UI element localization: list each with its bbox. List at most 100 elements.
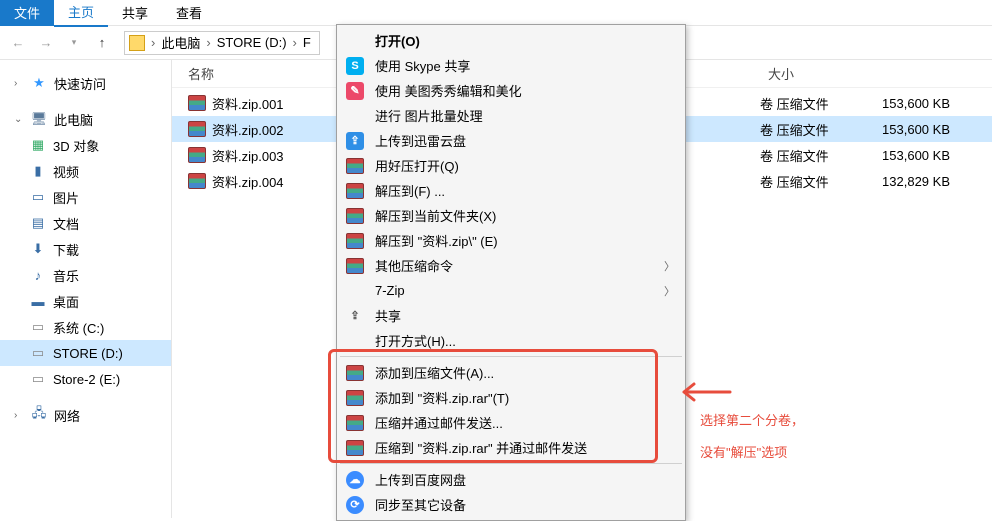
menu-7zip[interactable]: 7-Zip〉	[339, 278, 683, 303]
network-icon: 🖧	[31, 407, 47, 423]
folder-icon	[129, 35, 145, 51]
drive-icon: ▭	[30, 345, 46, 361]
menu-meitu-edit[interactable]: ✎使用 美图秀秀编辑和美化	[339, 78, 683, 103]
column-header-size[interactable]: 大小	[768, 64, 794, 83]
blank-icon	[345, 281, 365, 301]
sidebar-item-label: 网络	[54, 406, 80, 425]
menu-compress-named-mail[interactable]: 压缩到 "资料.zip.rar" 并通过邮件发送	[339, 435, 683, 460]
sidebar-item-label: 3D 对象	[53, 136, 99, 155]
menu-share[interactable]: ⇪共享	[339, 303, 683, 328]
annotation-line: 选择第二个分卷，	[700, 405, 804, 437]
archive-icon	[345, 363, 365, 383]
sidebar-this-pc[interactable]: ⌄ 🖥 此电脑	[0, 106, 171, 132]
archive-icon	[188, 173, 206, 189]
breadcrumb[interactable]: STORE (D:)	[213, 35, 291, 50]
skype-icon: S	[345, 56, 365, 76]
menu-sync-devices[interactable]: ⟳同步至其它设备	[339, 492, 683, 517]
chevron-right-icon: ›	[14, 78, 24, 89]
archive-icon	[188, 121, 206, 137]
ribbon-tab-share[interactable]: 共享	[108, 0, 162, 26]
archive-icon	[345, 181, 365, 201]
sidebar-quick-access[interactable]: › ★ 快速访问	[0, 70, 171, 96]
menu-baidu-upload[interactable]: ☁上传到百度网盘	[339, 467, 683, 492]
menu-add-archive[interactable]: 添加到压缩文件(A)...	[339, 360, 683, 385]
monitor-icon: 🖥	[31, 111, 47, 127]
sidebar-item-label: 快速访问	[54, 74, 106, 93]
sidebar-item-drive-d[interactable]: ▭ STORE (D:)	[0, 340, 171, 366]
meitu-icon: ✎	[345, 81, 365, 101]
blank-icon	[345, 106, 365, 126]
blank-icon	[345, 331, 365, 351]
xunlei-icon: ⇪	[345, 131, 365, 151]
context-menu: 打开(O) S使用 Skype 共享 ✎使用 美图秀秀编辑和美化 进行 图片批量…	[336, 24, 686, 521]
share-icon: ⇪	[345, 306, 365, 326]
sidebar-item-label: STORE (D:)	[53, 346, 123, 361]
sync-icon: ⟳	[345, 495, 365, 515]
desktop-icon: ▬	[30, 293, 46, 309]
archive-icon	[345, 388, 365, 408]
archive-icon	[345, 438, 365, 458]
nav-recent-button[interactable]: ▾	[62, 31, 86, 55]
star-icon: ★	[31, 75, 47, 91]
separator	[340, 463, 682, 464]
sidebar-item-label: Store-2 (E:)	[53, 372, 120, 387]
sidebar-item-drive-e[interactable]: ▭ Store-2 (E:)	[0, 366, 171, 392]
nav-up-button[interactable]: ↑	[90, 31, 114, 55]
ribbon-tab-file[interactable]: 文件	[0, 0, 54, 26]
ribbon-tab-view[interactable]: 查看	[162, 0, 216, 26]
document-icon: ▤	[30, 215, 46, 231]
sidebar-item-label: 音乐	[53, 266, 79, 285]
file-size: 153,600 KB	[860, 96, 950, 111]
archive-icon	[188, 95, 206, 111]
sidebar-item-label: 图片	[53, 188, 79, 207]
chevron-right-icon: ›	[204, 35, 212, 50]
video-icon: ▮	[30, 163, 46, 179]
ribbon-tabs: 文件 主页 共享 查看	[0, 0, 992, 26]
sidebar-network[interactable]: › 🖧 网络	[0, 402, 171, 428]
chevron-down-icon: ⌄	[14, 114, 24, 125]
menu-batch-process[interactable]: 进行 图片批量处理	[339, 103, 683, 128]
address-bar[interactable]: › 此电脑 › STORE (D:) › F	[124, 31, 320, 55]
sidebar-item-label: 视频	[53, 162, 79, 181]
file-type: 卷 压缩文件	[760, 94, 860, 113]
menu-compress-mail[interactable]: 压缩并通过邮件发送...	[339, 410, 683, 435]
menu-haoya-open[interactable]: 用好压打开(Q)	[339, 153, 683, 178]
archive-icon	[345, 256, 365, 276]
blank-icon	[345, 31, 365, 51]
sidebar-item-downloads[interactable]: ⬇下载	[0, 236, 171, 262]
menu-xunlei-upload[interactable]: ⇪上传到迅雷云盘	[339, 128, 683, 153]
menu-open-with[interactable]: 打开方式(H)...	[339, 328, 683, 353]
sidebar-item-videos[interactable]: ▮ 视频	[0, 158, 171, 184]
chevron-right-icon: ›	[14, 410, 24, 421]
separator	[340, 356, 682, 357]
sidebar-item-label: 桌面	[53, 292, 79, 311]
menu-open[interactable]: 打开(O)	[339, 28, 683, 53]
drive-icon: ▭	[30, 371, 46, 387]
chevron-right-icon: 〉	[664, 258, 675, 274]
breadcrumb[interactable]: F	[299, 35, 315, 50]
breadcrumb[interactable]: 此电脑	[157, 33, 204, 52]
sidebar-item-label: 此电脑	[54, 110, 93, 129]
menu-extract-to[interactable]: 解压到(F) ...	[339, 178, 683, 203]
archive-icon	[345, 231, 365, 251]
archive-icon	[345, 156, 365, 176]
sidebar-item-documents[interactable]: ▤ 文档	[0, 210, 171, 236]
chevron-right-icon: ›	[291, 35, 299, 50]
sidebar-item-pictures[interactable]: ▭图片	[0, 184, 171, 210]
menu-extract-here[interactable]: 解压到当前文件夹(X)	[339, 203, 683, 228]
sidebar-item-drive-c[interactable]: ▭系统 (C:)	[0, 314, 171, 340]
sidebar-item-3d[interactable]: ▦3D 对象	[0, 132, 171, 158]
sidebar-item-music[interactable]: ♪音乐	[0, 262, 171, 288]
nav-forward-button[interactable]: →	[34, 31, 58, 55]
nav-back-button[interactable]: ←	[6, 31, 30, 55]
sidebar-item-desktop[interactable]: ▬ 桌面	[0, 288, 171, 314]
menu-other-rar[interactable]: 其他压缩命令〉	[339, 253, 683, 278]
annotation-text: 选择第二个分卷， 没有"解压"选项	[700, 405, 804, 469]
menu-add-named[interactable]: 添加到 "资料.zip.rar"(T)	[339, 385, 683, 410]
menu-extract-named[interactable]: 解压到 "资料.zip\" (E)	[339, 228, 683, 253]
navigation-pane: › ★ 快速访问 ⌄ 🖥 此电脑 ▦3D 对象 ▮视频 ▭图片 ▤文档 ⬇下载 …	[0, 60, 172, 518]
file-type: 卷 压缩文件	[760, 120, 860, 139]
ribbon-tab-home[interactable]: 主页	[54, 0, 108, 27]
menu-skype-share[interactable]: S使用 Skype 共享	[339, 53, 683, 78]
sidebar-item-label: 文档	[53, 214, 79, 233]
